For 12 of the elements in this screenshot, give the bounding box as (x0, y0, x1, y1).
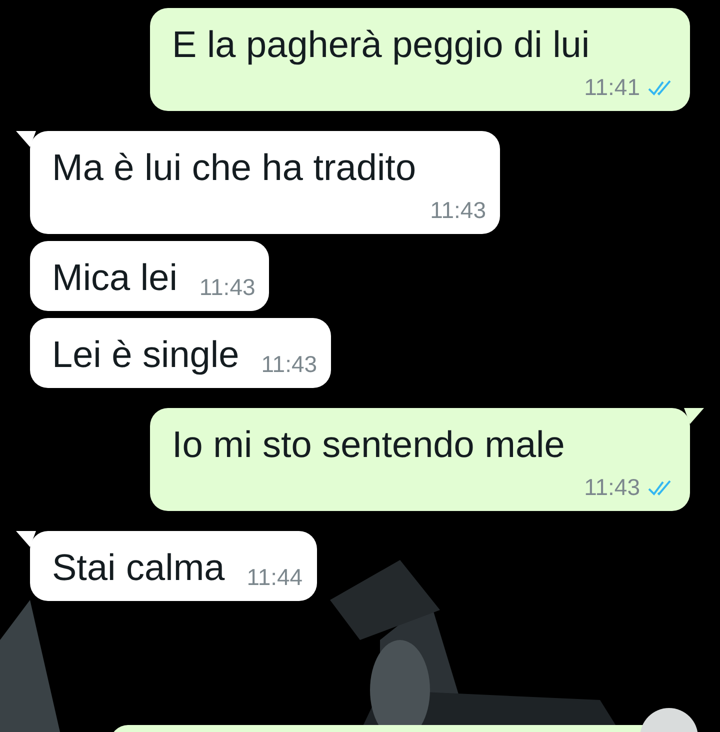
message-time: 11:43 (261, 351, 318, 378)
message-time: 11:41 (584, 74, 640, 101)
message-text: Stai calma (52, 546, 226, 590)
message-text: Mica lei (52, 256, 178, 300)
message-time: 11:43 (430, 197, 486, 224)
message-text: Io mi sto sentendo male (172, 423, 566, 467)
message-text: Lei è single (52, 333, 240, 377)
message-time: 11:44 (246, 564, 303, 591)
message-time: 11:43 (584, 474, 640, 501)
message-time: 11:43 (199, 274, 256, 301)
message-text: E la pagherà peggio di lui (172, 23, 591, 67)
message-text: Ma è lui che ha tradito (52, 146, 418, 190)
